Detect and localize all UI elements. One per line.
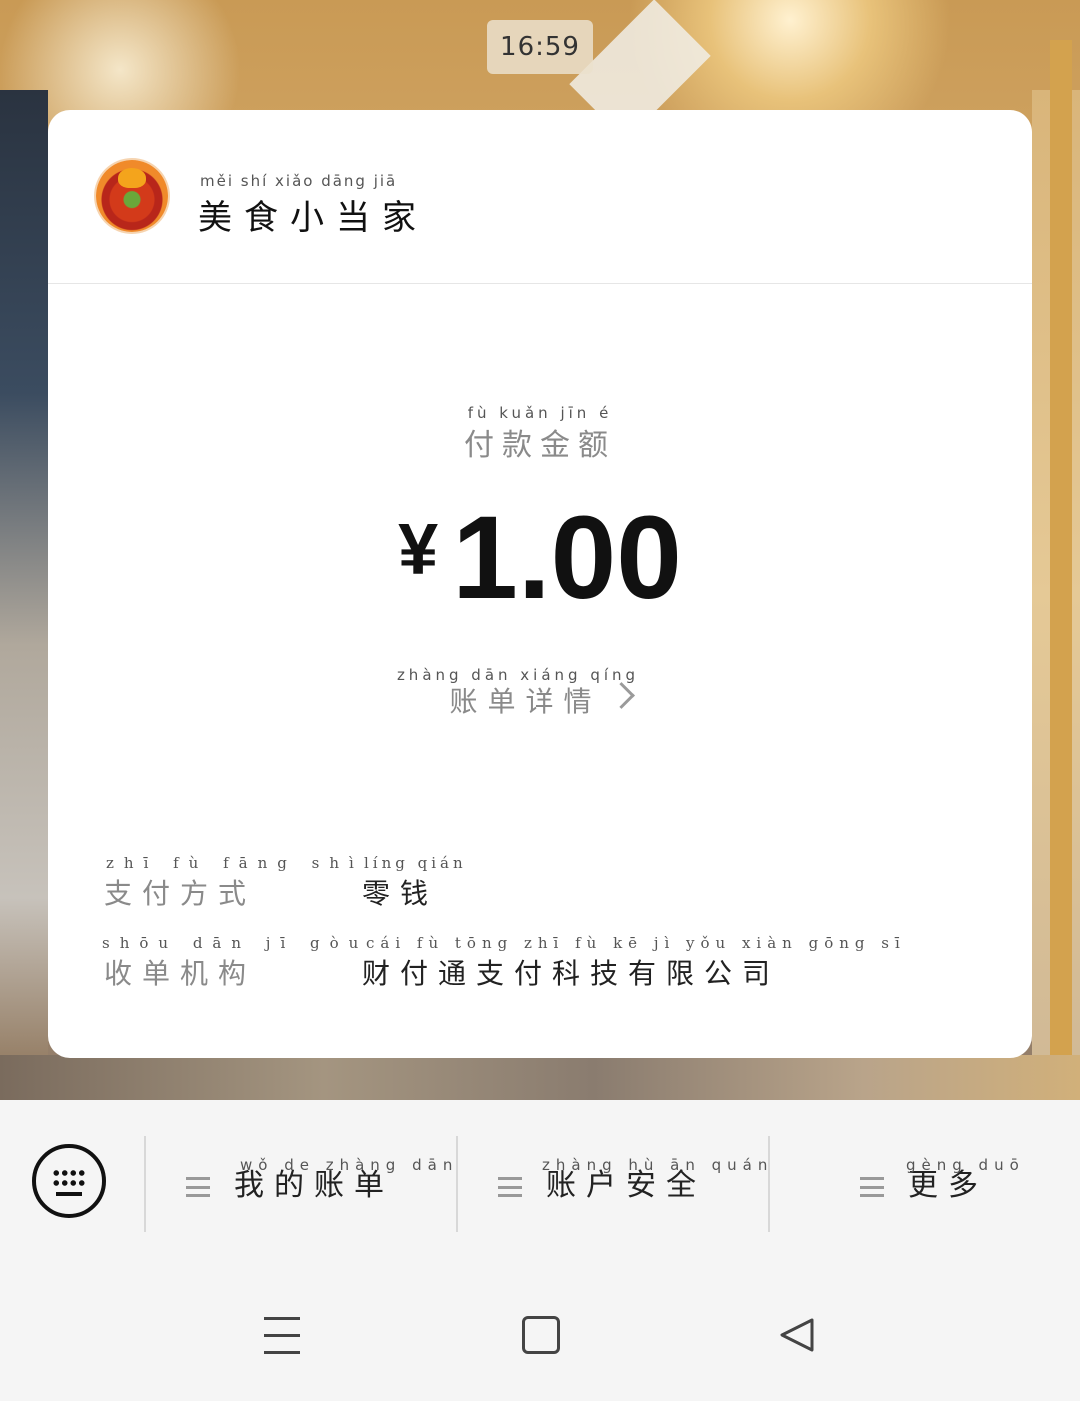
background-bottom-strip (0, 1055, 1080, 1100)
merchant-name-pinyin: měi shí xiǎo dāng jiā (200, 172, 398, 190)
keyboard-spacebar (56, 1192, 82, 1196)
background-left-strip (0, 90, 48, 1100)
status-time: 16:59 (487, 20, 593, 74)
background-pole (1050, 40, 1072, 1100)
menu-pinyin: zhàng hù ān quán (542, 1156, 774, 1174)
currency-symbol: ¥ (398, 510, 439, 590)
payment-card: měi shí xiǎo dāng jiā 美食小当家 fù kuǎn jīn … (48, 110, 1032, 1058)
info-value-pinyin: cái fù tōng zhī fù kē jì yǒu xiàn gōng s… (366, 934, 906, 952)
info-value-pinyin: líng qián (364, 854, 467, 872)
chevron-right-icon (607, 682, 635, 709)
system-nav-bar (0, 1270, 1080, 1401)
amount-label: 付款金额 (464, 428, 616, 463)
flame-icon (118, 168, 146, 188)
hamburger-icon (186, 1177, 210, 1197)
bill-detail-link[interactable]: 账单详情 (48, 680, 1032, 720)
merchant-header: měi shí xiǎo dāng jiā 美食小当家 (48, 110, 1032, 284)
info-label-pinyin: shōu dān jī gòu (102, 934, 369, 952)
amount-value: 1.00 (452, 492, 682, 624)
menu-divider (456, 1136, 458, 1232)
info-value: 零钱 (362, 877, 439, 910)
info-label-pinyin: zhī fù fāng shì (106, 854, 364, 872)
back-icon[interactable] (778, 1316, 816, 1354)
bottom-menu-bar: 我的账单 wǒ de zhàng dān 账户安全 zhàng hù ān qu… (0, 1100, 1080, 1270)
recent-apps-icon[interactable] (264, 1317, 300, 1354)
hamburger-icon (860, 1177, 884, 1197)
keyboard-icon[interactable] (32, 1144, 106, 1218)
menu-divider (768, 1136, 770, 1232)
hamburger-icon (498, 1177, 522, 1197)
merchant-avatar (96, 160, 168, 232)
bill-detail-label: 账单详情 (449, 685, 602, 718)
info-row-acquirer: shōu dān jī gòu cái fù tōng zhī fù kē jì… (48, 934, 1032, 994)
info-label: 支付方式 (104, 877, 257, 910)
info-row-payment-method: zhī fù fāng shì líng qián 支付方式 零钱 (48, 854, 1032, 914)
keyboard-keys (52, 1168, 86, 1188)
menu-pinyin: wǒ de zhàng dān (240, 1156, 459, 1174)
menu-pinyin: gèng duō (906, 1156, 1025, 1174)
home-icon[interactable] (522, 1316, 560, 1354)
payment-amount: ¥1.00 (48, 490, 1032, 626)
info-label: 收单机构 (104, 957, 257, 990)
info-value: 财付通支付科技有限公司 (362, 957, 781, 990)
menu-divider (144, 1136, 146, 1232)
merchant-name: 美食小当家 (198, 198, 428, 238)
